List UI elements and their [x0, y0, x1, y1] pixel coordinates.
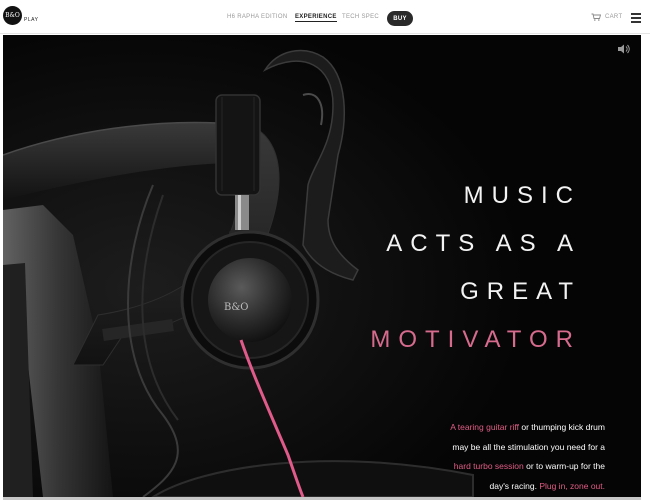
body-copy-line-4: day's racing. Plug in, zone out.: [385, 477, 605, 497]
body-text: day's racing.: [489, 480, 540, 491]
body-accent-guitar-riff: A tearing guitar riff: [450, 422, 520, 432]
speaker-icon[interactable]: [618, 44, 630, 54]
hero-section: B&O MUSIC ACTS AS A GREAT MOTIVATOR A te…: [3, 35, 641, 497]
headline-line-accent: MOTIVATOR: [370, 326, 581, 353]
body-copy-line-2: may be all the stimulation you need for …: [452, 441, 605, 452]
nav-link-tech-spec[interactable]: TECH SPEC: [342, 14, 379, 20]
top-nav-bar: B&O PLAY H6 RAPHA EDITION EXPERIENCE TEC…: [0, 0, 650, 34]
nav-link-h6-rapha-edition[interactable]: H6 RAPHA EDITION: [227, 14, 287, 20]
nav-link-experience[interactable]: EXPERIENCE: [295, 14, 337, 22]
cart-label: CART: [605, 14, 623, 20]
earcup-logo-text: B&O: [224, 302, 248, 313]
headline-line-3: GREAT: [460, 278, 581, 305]
body-accent-plug-in: Plug in, zone out.: [539, 480, 605, 491]
body-accent-turbo-session: hard turbo session: [453, 461, 524, 471]
buy-button[interactable]: BUY: [387, 11, 413, 26]
hero-headline: MUSIC ACTS AS A GREAT MOTIVATOR: [370, 172, 581, 364]
hamburger-menu-icon: [631, 13, 641, 15]
body-text: or thumping kick drum: [519, 422, 605, 432]
body-copy-line-3: hard turbo session or to warm-up for the: [385, 457, 605, 477]
hamburger-menu-icon-bar: [631, 21, 641, 23]
cart-link[interactable]: CART: [591, 13, 622, 21]
hero-body-copy: A tearing guitar riff or thumping kick d…: [385, 418, 605, 496]
cart-icon: [591, 13, 601, 21]
hamburger-menu-icon-bar: [631, 17, 641, 19]
hamburger-menu-button[interactable]: [631, 13, 641, 23]
headline-line-2: ACTS AS A: [386, 230, 581, 257]
headline-line-1: MUSIC: [463, 182, 581, 209]
body-copy-line-1: A tearing guitar riff or thumping kick d…: [385, 418, 605, 438]
body-text: or to warm-up for the: [523, 461, 605, 471]
main-nav: H6 RAPHA EDITION EXPERIENCE TECH SPEC: [0, 14, 650, 26]
